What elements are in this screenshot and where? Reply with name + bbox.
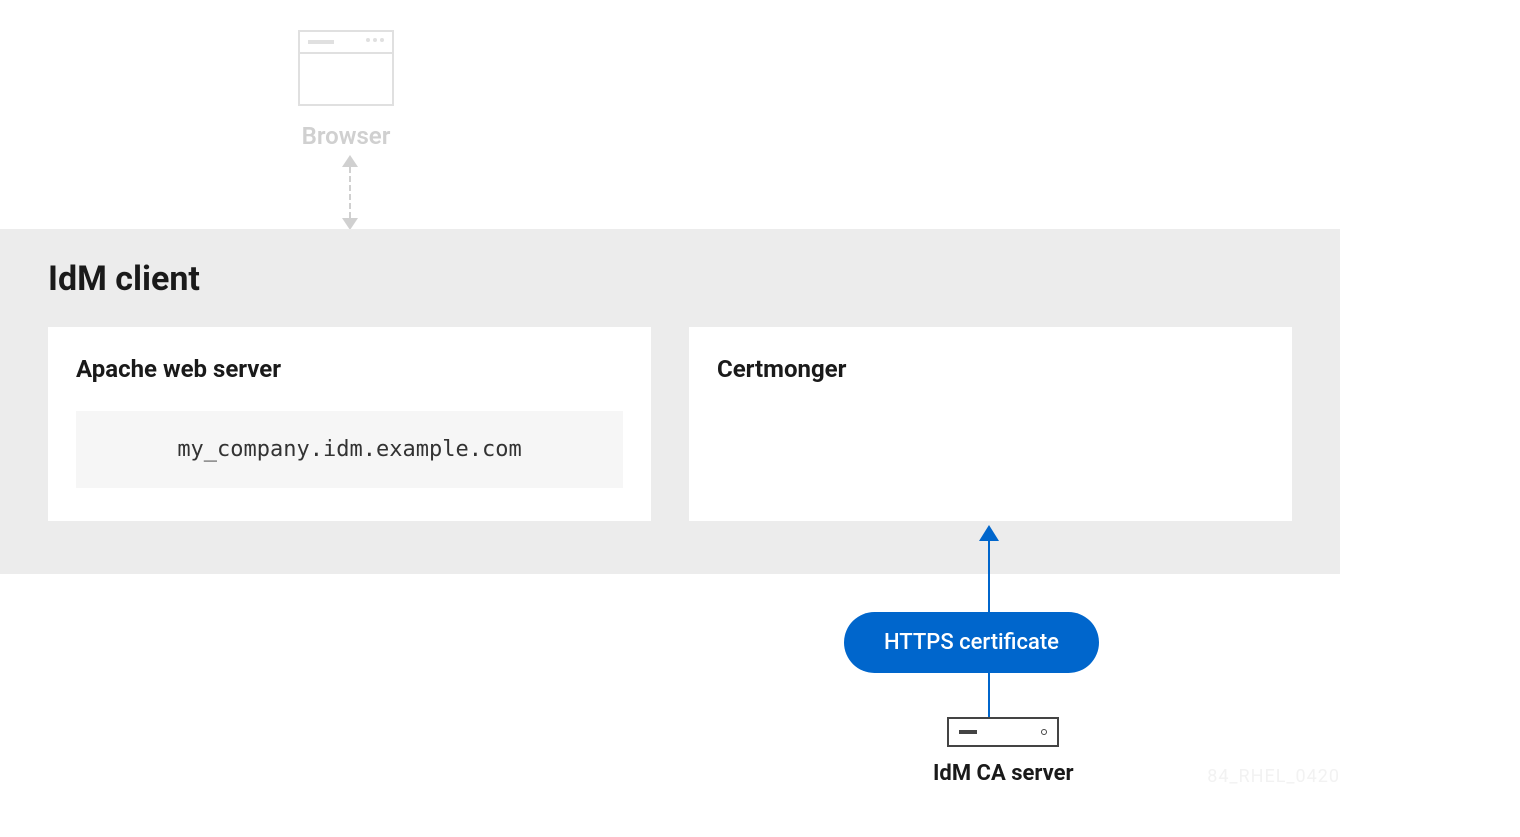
ca-server-group: IdM CA server: [933, 717, 1074, 786]
server-light-icon: [1041, 729, 1047, 735]
browser-divider-icon: [300, 52, 392, 54]
browser-dots-icon: [366, 38, 384, 42]
bidirectional-arrow-icon: [343, 155, 357, 230]
arrow-line-icon: [349, 167, 351, 218]
certmonger-card: Certmonger: [689, 327, 1292, 521]
browser-group: Browser: [298, 30, 394, 150]
server-icon: [947, 717, 1059, 747]
https-certificate-badge: HTTPS certificate: [844, 612, 1099, 673]
watermark-text: 84_RHEL_0420: [1207, 766, 1340, 787]
idm-client-title: IdM client: [48, 259, 1292, 299]
apache-card-title: Apache web server: [76, 355, 623, 383]
certmonger-card-title: Certmonger: [717, 355, 1264, 383]
ca-server-label: IdM CA server: [933, 761, 1074, 786]
browser-icon: [298, 30, 394, 106]
browser-addressbar-icon: [308, 40, 334, 44]
server-slot-icon: [959, 730, 977, 734]
apache-hostname: my_company.idm.example.com: [76, 411, 623, 488]
browser-label: Browser: [302, 122, 391, 150]
arrow-up-icon: [342, 155, 358, 167]
apache-card: Apache web server my_company.idm.example…: [48, 327, 651, 521]
blue-arrow-head-icon: [979, 525, 999, 541]
idm-client-panel: IdM client Apache web server my_company.…: [0, 229, 1340, 574]
cards-row: Apache web server my_company.idm.example…: [48, 327, 1292, 521]
